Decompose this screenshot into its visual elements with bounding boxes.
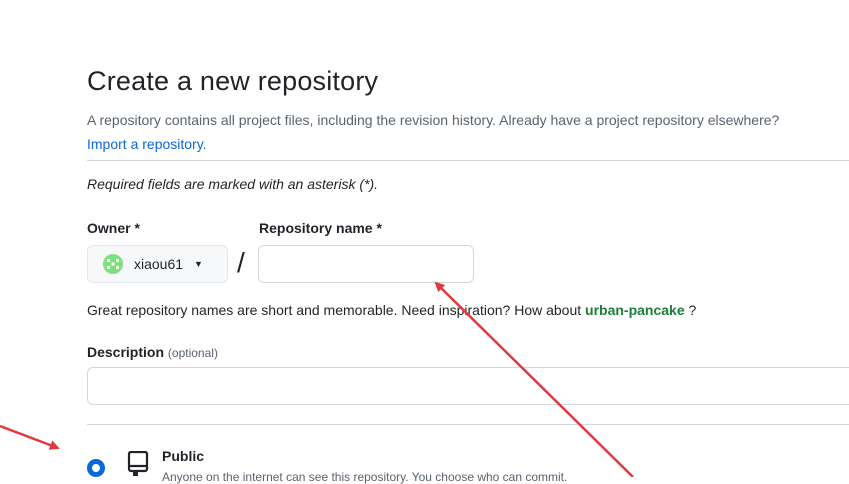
repository-name-input[interactable] — [258, 245, 474, 283]
repository-name-label: Repository name * — [259, 220, 382, 236]
required-fields-note: Required fields are marked with an aster… — [87, 176, 379, 192]
divider — [87, 424, 849, 425]
divider — [87, 160, 849, 161]
repo-icon — [127, 450, 149, 482]
description-label-text: Description — [87, 344, 165, 360]
public-label: Public — [162, 448, 205, 464]
import-repository-link[interactable]: Import a repository. — [87, 136, 207, 152]
hint-text: Great repository names are short and mem… — [87, 302, 582, 318]
optional-tag: (optional) — [167, 346, 218, 360]
public-description: Anyone on the internet can see this repo… — [162, 470, 568, 484]
hint-suffix: ? — [688, 302, 697, 318]
owner-name: xiaou61 — [134, 256, 184, 272]
intro-text: A repository contains all project files,… — [87, 108, 849, 156]
intro-description: A repository contains all project files,… — [87, 112, 780, 128]
owner-dropdown[interactable]: xiaou61 ▼ — [87, 245, 228, 283]
caret-down-icon: ▼ — [194, 259, 203, 269]
description-label: Description (optional) — [87, 344, 218, 360]
owner-repo-separator: / — [237, 247, 245, 278]
identicon-avatar-icon — [103, 254, 123, 274]
create-repo-form: Create a new repository A repository con… — [87, 0, 849, 484]
annotation-arrow-public — [0, 424, 60, 450]
suggested-name-link[interactable]: urban-pancake — [585, 302, 685, 318]
page-title: Create a new repository — [87, 66, 379, 96]
owner-label: Owner * — [87, 220, 140, 236]
repository-name-hint: Great repository names are short and mem… — [87, 302, 696, 318]
description-input[interactable] — [87, 367, 849, 405]
public-radio[interactable] — [87, 459, 105, 477]
